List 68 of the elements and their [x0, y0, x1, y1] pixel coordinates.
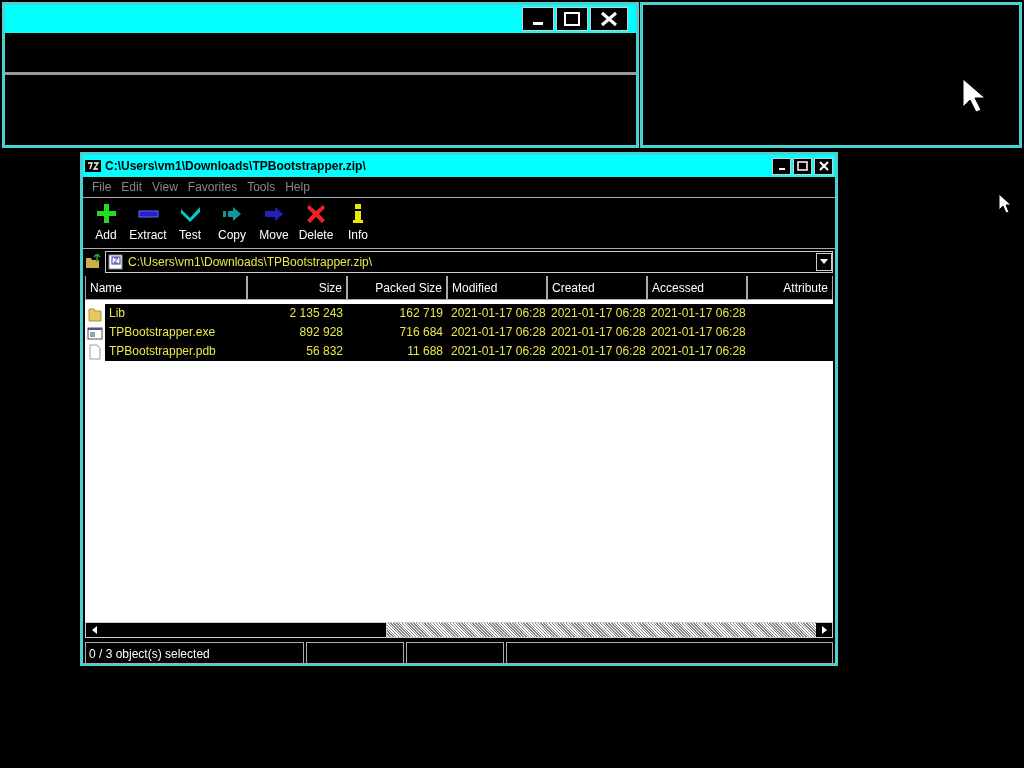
table-cell: 2021-01-17 06:28: [547, 342, 647, 361]
archive-icon: [108, 253, 124, 270]
toolbar-button[interactable]: Copy: [211, 203, 253, 244]
column-header[interactable]: Name: [85, 276, 247, 300]
file-name[interactable]: Lib: [105, 304, 247, 323]
menu-item[interactable]: View: [147, 178, 183, 196]
column-header[interactable]: Created: [547, 276, 647, 300]
toolbar-button[interactable]: Delete: [295, 203, 337, 244]
close-icon: [600, 11, 618, 27]
address-text: C:\Users\vm1\Downloads\TPBootstrapper.zip\: [128, 253, 373, 271]
maximize-icon: [564, 12, 580, 26]
folder-icon: [87, 305, 103, 322]
menu-item[interactable]: File: [87, 178, 117, 196]
minimize-button[interactable]: [772, 157, 791, 175]
folder-up-icon[interactable]: [85, 253, 101, 270]
window-title: C:\Users\vm1\Downloads\TPBootstrapper.zip\: [105, 158, 366, 175]
cross-icon: [305, 203, 327, 224]
table-cell: 2021-01-17 06:28: [547, 323, 647, 342]
toolbar-button[interactable]: Info: [337, 203, 379, 244]
status-text: 0 / 3 object(s) selected: [85, 642, 304, 664]
column-header[interactable]: Attribute: [747, 276, 833, 300]
horizontal-scrollbar[interactable]: [85, 622, 833, 638]
table-cell: 2021-01-17 06:28: [447, 323, 547, 342]
column-header[interactable]: Size: [247, 276, 347, 300]
file-name[interactable]: TPBootstrapper.pdb: [105, 342, 247, 361]
table-cell: 11 688: [347, 342, 447, 361]
file-name[interactable]: TPBootstrapper.exe: [105, 323, 247, 342]
column-header[interactable]: Accessed: [647, 276, 747, 300]
column-header[interactable]: Modified: [447, 276, 547, 300]
minimize-icon: [778, 168, 785, 170]
program-icon: [87, 324, 103, 341]
toolbar-button[interactable]: Test: [169, 203, 211, 244]
table-cell: 2021-01-17 06:28: [447, 342, 547, 361]
close-icon: [818, 161, 829, 171]
table-cell: 716 684: [347, 323, 447, 342]
table-cell: 2021-01-17 06:28: [647, 342, 747, 361]
menu-item[interactable]: Edit: [116, 178, 148, 196]
cursor-icon: [998, 193, 1012, 215]
plus-icon: [95, 203, 117, 224]
minimize-icon: [533, 21, 543, 25]
close-button[interactable]: [814, 157, 833, 175]
right-arrow-icon: [821, 626, 827, 634]
table-cell: 2021-01-17 06:28: [647, 304, 747, 323]
toolbar-button[interactable]: Extract: [127, 203, 169, 244]
dropdown-button[interactable]: [816, 252, 832, 271]
close-button[interactable]: [590, 7, 628, 31]
table-cell: 162 719: [347, 304, 447, 323]
table-cell: 2021-01-17 06:28: [647, 323, 747, 342]
toolbar-button[interactable]: Add: [85, 203, 127, 244]
maximize-icon: [797, 161, 808, 171]
table-cell: 892 928: [247, 323, 347, 342]
cursor-icon: [961, 77, 987, 115]
table-cell: 2021-01-17 06:28: [447, 304, 547, 323]
minimize-button[interactable]: [522, 7, 554, 31]
table-cell: 2021-01-17 06:28: [547, 304, 647, 323]
app-icon: [85, 160, 101, 172]
menu-item[interactable]: Tools: [242, 178, 281, 196]
address-field[interactable]: C:\Users\vm1\Downloads\TPBootstrapper.zip\: [105, 250, 833, 273]
column-header[interactable]: Packed Size: [347, 276, 447, 300]
table-cell: 2 135 243: [247, 304, 347, 323]
menu-item[interactable]: Help: [280, 178, 315, 196]
toolbar-button[interactable]: Move: [253, 203, 295, 244]
caret-icon: [820, 259, 828, 264]
menu-item[interactable]: Favorites: [182, 178, 243, 196]
table-cell: 56 832: [247, 342, 347, 361]
maximize-button[interactable]: [556, 7, 588, 31]
maximize-button[interactable]: [793, 157, 812, 175]
left-arrow-icon: [91, 626, 97, 634]
